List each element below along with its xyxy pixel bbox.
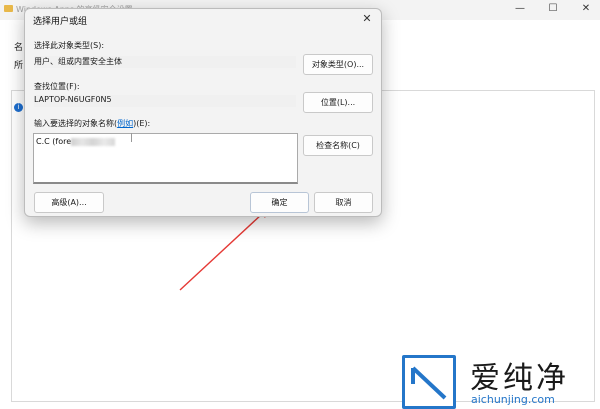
text-cursor — [131, 133, 132, 142]
ok-button[interactable]: 确定 — [250, 192, 309, 213]
select-users-dialog: 选择用户或组 ✕ 选择此对象类型(S): 用户、组或内置安全主体 对象类型(O)… — [24, 8, 382, 217]
object-names-input[interactable]: C.C (fore — [33, 133, 298, 184]
object-type-field: 用户、组或内置安全主体 — [34, 56, 296, 68]
object-types-button[interactable]: 对象类型(O)... — [303, 54, 373, 75]
examples-link[interactable]: 例如 — [117, 119, 133, 128]
advanced-button[interactable]: 高级(A)... — [34, 192, 104, 213]
object-names-text: C.C (fore — [36, 137, 116, 146]
dialog-title: 选择用户或组 — [33, 17, 88, 27]
location-field: LAPTOP-N6UGF0N5 — [34, 95, 296, 107]
cancel-button[interactable]: 取消 — [314, 192, 373, 213]
watermark-logo-mark — [411, 366, 447, 400]
check-names-button[interactable]: 检查名称(C) — [303, 135, 373, 156]
watermark-logo-icon — [402, 355, 456, 409]
watermark: 爱纯净 aichunjing.com — [398, 353, 598, 409]
arrow-shaft — [179, 213, 263, 291]
object-names-label-suffix: )(E): — [133, 119, 151, 128]
object-names-value: C.C (fore — [36, 137, 72, 146]
object-names-label: 输入要选择的对象名称(例如)(E): — [34, 118, 150, 129]
object-type-label: 选择此对象类型(S): — [34, 41, 105, 50]
close-icon[interactable]: ✕ — [359, 11, 375, 27]
watermark-brand: 爱纯净 — [470, 361, 569, 396]
location-label: 查找位置(F): — [34, 82, 80, 91]
redacted-text — [71, 137, 116, 146]
watermark-url: aichunjing.com — [471, 393, 555, 406]
locations-button[interactable]: 位置(L)... — [303, 92, 373, 113]
object-names-label-prefix: 输入要选择的对象名称( — [34, 119, 118, 128]
